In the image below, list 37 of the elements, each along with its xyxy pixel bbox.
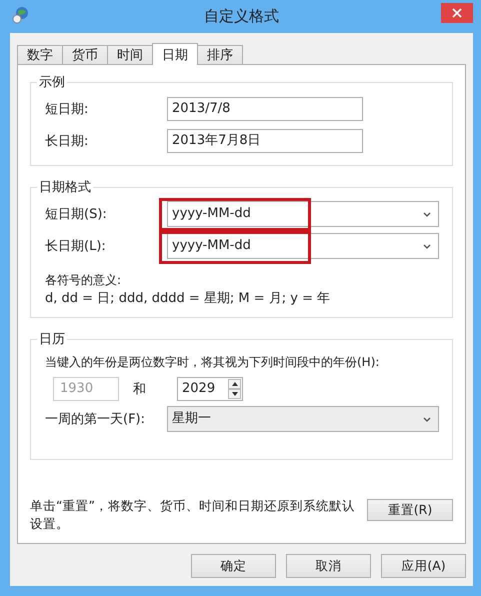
symbol-legend: d, dd = 日; ddd, dddd = 星期; M = 月; y = 年 bbox=[45, 289, 442, 307]
chevron-down-icon bbox=[423, 244, 431, 249]
field-label: 长日期: bbox=[45, 133, 90, 150]
group-title: 日历 bbox=[38, 331, 66, 348]
field-label: 短日期(S): bbox=[45, 206, 108, 223]
legend-title: 各符号的意义: bbox=[45, 272, 122, 289]
format-dropdown[interactable]: yyyy-MM-dd bbox=[167, 233, 439, 259]
close-button[interactable] bbox=[441, 3, 473, 23]
dialog-button[interactable]: 确定 bbox=[191, 554, 276, 578]
down-arrow-icon[interactable] bbox=[232, 392, 238, 396]
example-field: 2013年7月8日 bbox=[167, 129, 363, 153]
format-dropdown[interactable]: yyyy-MM-dd bbox=[167, 201, 439, 227]
tab[interactable]: 数字 bbox=[17, 45, 63, 64]
tab[interactable]: 时间 bbox=[107, 45, 153, 64]
up-arrow-icon[interactable] bbox=[232, 382, 238, 386]
field-label: 长日期(L): bbox=[45, 238, 107, 255]
chevron-down-icon bbox=[423, 212, 431, 217]
calendar-description: 当键入的年份是两位数字时，将其视为下列时间段中的年份(H): bbox=[45, 354, 380, 371]
close-icon bbox=[452, 8, 462, 18]
and-label: 和 bbox=[132, 381, 147, 398]
tab[interactable]: 排序 bbox=[197, 45, 243, 64]
window-title: 自定义格式 bbox=[204, 7, 279, 26]
chevron-down-icon bbox=[423, 417, 431, 422]
globe-clock-icon bbox=[12, 6, 30, 24]
dialog-button[interactable]: 取消 bbox=[286, 554, 371, 578]
group-title: 日期格式 bbox=[38, 179, 92, 196]
dialog-button[interactable]: 应用(A) bbox=[381, 554, 466, 578]
reset-note: 单击“重置”，将数字、货币、时间和日期还原到系统默认设置。 bbox=[30, 497, 356, 533]
year-spinner[interactable]: 2029 bbox=[177, 377, 243, 401]
example-field: 2013/7/8 bbox=[167, 97, 363, 121]
tab[interactable]: 货币 bbox=[62, 45, 108, 64]
group-title: 示例 bbox=[38, 74, 66, 91]
tab[interactable]: 日期 bbox=[152, 43, 198, 65]
reset-button[interactable]: 重置(R) bbox=[367, 499, 453, 521]
field-label: 一周的第一天(F): bbox=[45, 411, 146, 428]
field-label: 短日期: bbox=[45, 101, 90, 118]
first-day-dropdown[interactable]: 星期一 bbox=[167, 406, 439, 432]
